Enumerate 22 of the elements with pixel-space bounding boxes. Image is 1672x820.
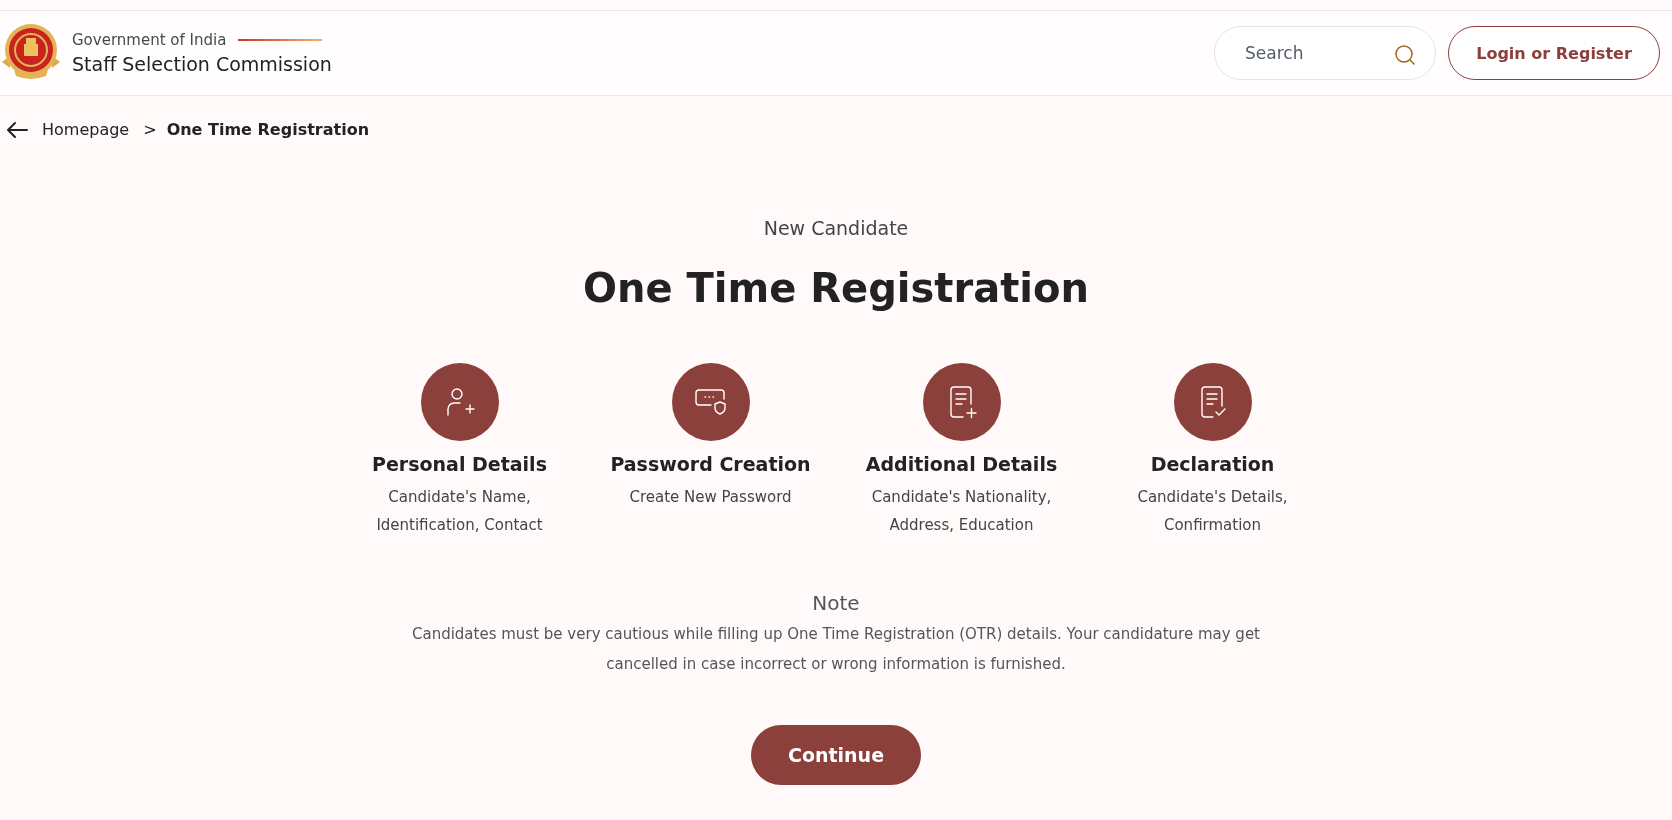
step-description: Create New Password <box>628 487 793 508</box>
search-icon[interactable] <box>1394 44 1416 66</box>
step-title: Password Creation <box>610 453 811 475</box>
breadcrumb-link[interactable]: Homepage <box>42 120 130 139</box>
search-field[interactable]: Search <box>1214 26 1436 80</box>
note-text: Candidates must be very cautious while filling up One Time Registration (OTR) details. Your candidature may get cancelled in case incorrect or wrong information is furnished. <box>411 624 1261 675</box>
page-title: One Time Registration <box>583 265 1089 311</box>
step-title: Additional Details <box>865 453 1058 475</box>
step-title: Declaration <box>1150 453 1275 475</box>
step-title: Personal Details <box>372 453 547 475</box>
continue-button[interactable]: Continue <box>751 725 921 785</box>
org-name: Staff Selection Commission <box>72 53 332 75</box>
login-button[interactable]: Login or Register <box>1448 26 1660 80</box>
step-description: Candidate's Nationality, Address, Education <box>870 487 1053 536</box>
breadcrumb-link[interactable]: One Time Registration <box>166 120 369 139</box>
step-description: Candidate's Name, Identification, Contact <box>375 487 544 536</box>
org-line: Government of India <box>72 31 227 49</box>
page-subtitle: New Candidate <box>763 217 909 239</box>
back-arrow-icon[interactable] <box>6 120 28 139</box>
breadcrumb-separator: > <box>143 120 157 139</box>
note-title: Note <box>812 591 860 615</box>
step-description: Candidate's Details, Confirmation <box>1136 487 1289 536</box>
